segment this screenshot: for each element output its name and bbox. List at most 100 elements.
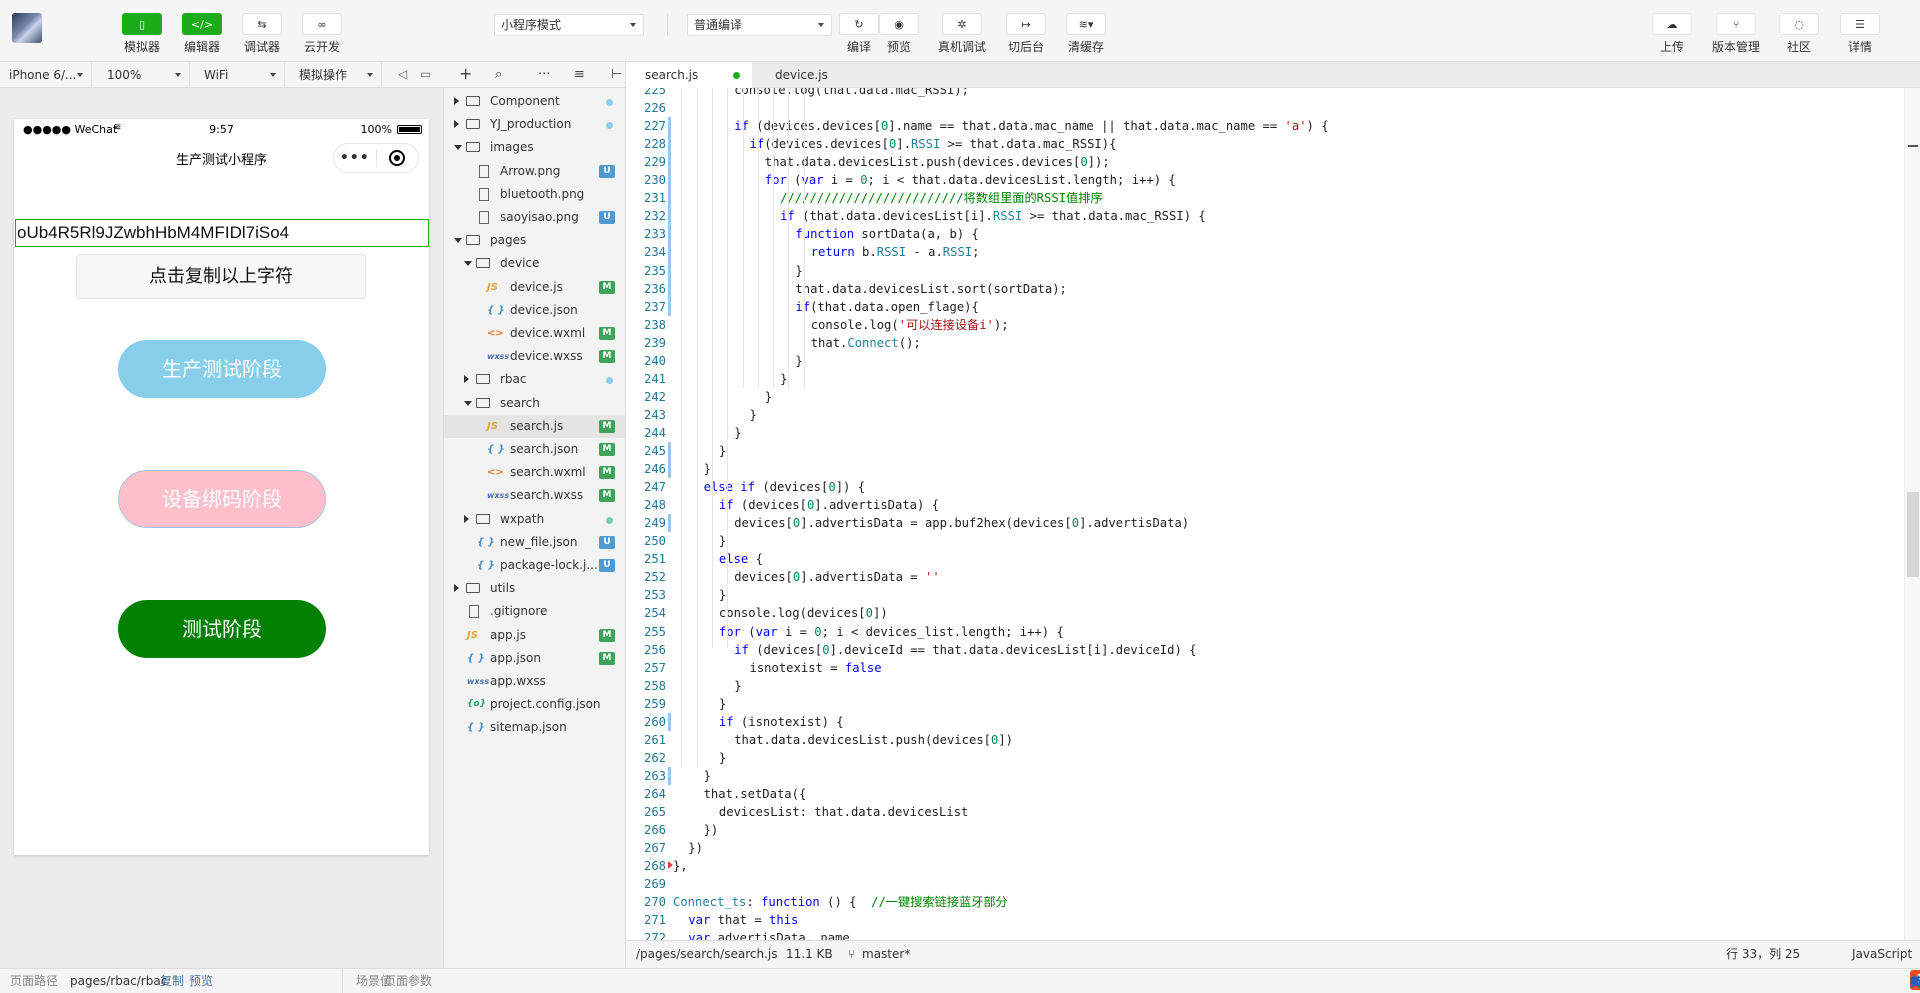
simulator-button[interactable]: ▯ 模拟器 <box>112 10 172 56</box>
tree-item[interactable]: <> search.wxml M <box>444 461 625 484</box>
tree-item[interactable]: { } device.json <box>444 299 625 322</box>
code-editor[interactable]: 225 console.log(that.data.mac_RSSI); 226 22… <box>626 88 1920 940</box>
debugger-button[interactable]: ⇆ 调试器 <box>232 10 292 56</box>
tree-item[interactable]: search <box>444 392 625 415</box>
code-line[interactable]: 233 function sortData(a, b) { <box>626 225 1906 243</box>
code-line[interactable]: 242} <box>626 388 1906 406</box>
collapse-icon[interactable]: ≡ <box>574 67 585 82</box>
code-line[interactable]: 225 console.log(that.data.mac_RSSI); <box>626 88 1906 99</box>
tree-item[interactable]: { } sitemap.json <box>444 716 625 739</box>
device-select[interactable]: iPhone 6/... <box>0 62 92 88</box>
split-icon[interactable]: ⊢ <box>611 67 622 82</box>
tree-item[interactable]: utils <box>444 577 625 600</box>
community-button[interactable]: ◌ 社区 <box>1769 10 1829 56</box>
window-icon[interactable]: ▭ <box>420 67 431 81</box>
tree-item[interactable]: { } package-lock.j... U <box>444 554 625 577</box>
code-line[interactable]: 232 if (that.data.devicesList[i].RSSI >= … <box>626 207 1906 225</box>
code-line[interactable]: 228if(devices.devices[0].RSSI >= that.da… <box>626 135 1906 153</box>
code-line[interactable]: 237 if(that.data.open_flage){ <box>626 298 1906 316</box>
code-line[interactable]: 260 if (isnotexist) { <box>626 713 1906 731</box>
chevron-right-icon[interactable] <box>454 584 459 593</box>
code-line[interactable]: 238 console.log('可以连接设备i'); <box>626 316 1906 334</box>
operation-select[interactable]: 模拟操作 <box>290 62 382 88</box>
background-button[interactable]: ↦ 切后台 <box>996 10 1056 56</box>
code-line[interactable]: 241} <box>626 370 1906 388</box>
cursor-position[interactable]: 行 33，列 25 <box>1726 941 1800 968</box>
tree-item[interactable]: rbac <box>444 368 625 391</box>
code-line[interactable]: 231 /////////////////////////将数组里面的RSSI值排… <box>626 189 1906 207</box>
chevron-right-icon[interactable] <box>454 120 459 129</box>
code-line[interactable]: 263} <box>626 767 1906 785</box>
tree-item[interactable]: JS search.js M <box>444 414 625 438</box>
tree-item[interactable]: saoyisao.png U <box>444 206 625 229</box>
code-line[interactable]: 235} <box>626 262 1906 280</box>
openid-input[interactable]: oUb4R5Rl9JZwbhHbM4MFIDl7iSo4 <box>15 219 429 247</box>
copy-button[interactable]: 点击复制以上字符 <box>76 254 366 299</box>
clear-cache-button[interactable]: ≋▾ 清缓存 <box>1056 10 1116 56</box>
editor-scrollbar[interactable] <box>1904 88 1920 940</box>
code-line[interactable]: 258} <box>626 677 1906 695</box>
code-line[interactable]: 267}) <box>626 839 1906 857</box>
tree-item[interactable]: Component <box>444 90 625 113</box>
tree-item[interactable]: { } new_file.json U <box>444 531 625 554</box>
zoom-select[interactable]: 100% <box>98 62 190 88</box>
chevron-right-icon[interactable] <box>464 514 469 523</box>
git-branch[interactable]: master* <box>862 941 910 968</box>
code-line[interactable]: 261 that.data.devicesList.push(devices[0]… <box>626 731 1906 749</box>
tab-search-js[interactable]: search.js <box>626 62 752 88</box>
code-line[interactable]: 244} <box>626 424 1906 442</box>
upload-button[interactable]: ☁ 上传 <box>1642 10 1702 56</box>
code-line[interactable]: 272 var advertisData, name <box>626 929 1906 940</box>
chevron-right-icon[interactable] <box>464 375 469 384</box>
tree-item[interactable]: {o} project.config.json <box>444 693 625 716</box>
more-icon[interactable]: ··· <box>538 67 550 82</box>
code-line[interactable]: 234 return b.RSSI - a.RSSI; <box>626 243 1906 261</box>
code-line[interactable]: 270 Connect_ts: function () { //一键搜索链接蓝牙部… <box>626 893 1906 911</box>
test-stage-button[interactable]: 测试阶段 <box>118 600 326 658</box>
chevron-down-icon[interactable] <box>454 238 462 244</box>
tree-item[interactable]: wxss search.wxss M <box>444 484 625 507</box>
code-line[interactable]: 251 else { <box>626 550 1906 568</box>
remote-debug-button[interactable]: ✲ 真机调试 <box>932 10 992 56</box>
code-line[interactable]: 245} <box>626 442 1906 460</box>
preview-path-link[interactable]: 预览 <box>189 969 213 993</box>
tree-item[interactable]: <> device.wxml M <box>444 322 625 345</box>
code-line[interactable]: 255 for (var i = 0; i < devices_list.leng… <box>626 623 1906 641</box>
code-line[interactable]: 271 var that = this <box>626 911 1906 929</box>
code-line[interactable]: 239 that.Connect(); <box>626 334 1906 352</box>
tools-icon[interactable]: ✎ <box>1910 970 1920 993</box>
breakpoint-arrow-icon[interactable] <box>668 861 673 870</box>
version-button[interactable]: ⑂ 版本管理 <box>1706 10 1766 56</box>
tree-item[interactable]: wxss device.wxss M <box>444 345 625 368</box>
tree-item[interactable]: wxss app.wxss <box>444 670 625 693</box>
device-binding-stage-button[interactable]: 设备绑码阶段 <box>118 470 326 528</box>
code-line[interactable]: 230 for (var i = 0; i < that.data.devices… <box>626 171 1906 189</box>
code-line[interactable]: 246} <box>626 460 1906 478</box>
tree-item[interactable]: .gitignore <box>444 600 625 623</box>
chevron-down-icon[interactable] <box>464 400 472 406</box>
language-mode[interactable]: JavaScript <box>1852 941 1912 968</box>
code-line[interactable]: 264 that.setData({ <box>626 785 1906 803</box>
code-line[interactable]: 265 devicesList: that.data.devicesList <box>626 803 1906 821</box>
code-line[interactable]: 252 devices[0].advertisData = '' <box>626 568 1906 586</box>
scroll-thumb[interactable] <box>1907 492 1919 577</box>
code-line[interactable]: 268}, <box>626 857 1906 875</box>
preview-button[interactable]: ◉ 预览 <box>869 10 929 56</box>
editor-button[interactable]: </> 编辑器 <box>172 10 232 56</box>
code-line[interactable]: 240} <box>626 352 1906 370</box>
code-line[interactable]: 247 else if (devices[0]) { <box>626 478 1906 496</box>
tree-item[interactable]: JS app.js M <box>444 624 625 647</box>
code-line[interactable]: 236 that.data.devicesList.sort(sortData); <box>626 280 1906 298</box>
code-line[interactable]: 227 if (devices.devices[0].name == that.d… <box>626 117 1906 135</box>
close-target-icon[interactable] <box>377 150 419 166</box>
add-icon[interactable]: + <box>459 64 472 83</box>
tree-item[interactable]: { } search.json M <box>444 438 625 461</box>
user-avatar[interactable] <box>12 13 42 43</box>
tab-device-js[interactable]: device.js <box>756 62 868 88</box>
tree-item[interactable]: JS device.js M <box>444 276 625 299</box>
tree-item[interactable]: bluetooth.png <box>444 183 625 206</box>
chevron-right-icon[interactable] <box>454 97 459 105</box>
code-line[interactable]: 266}) <box>626 821 1906 839</box>
tree-item[interactable]: YJ_production <box>444 113 625 136</box>
code-line[interactable]: 249 devices[0].advertisData = app.buf2hex… <box>626 514 1906 532</box>
